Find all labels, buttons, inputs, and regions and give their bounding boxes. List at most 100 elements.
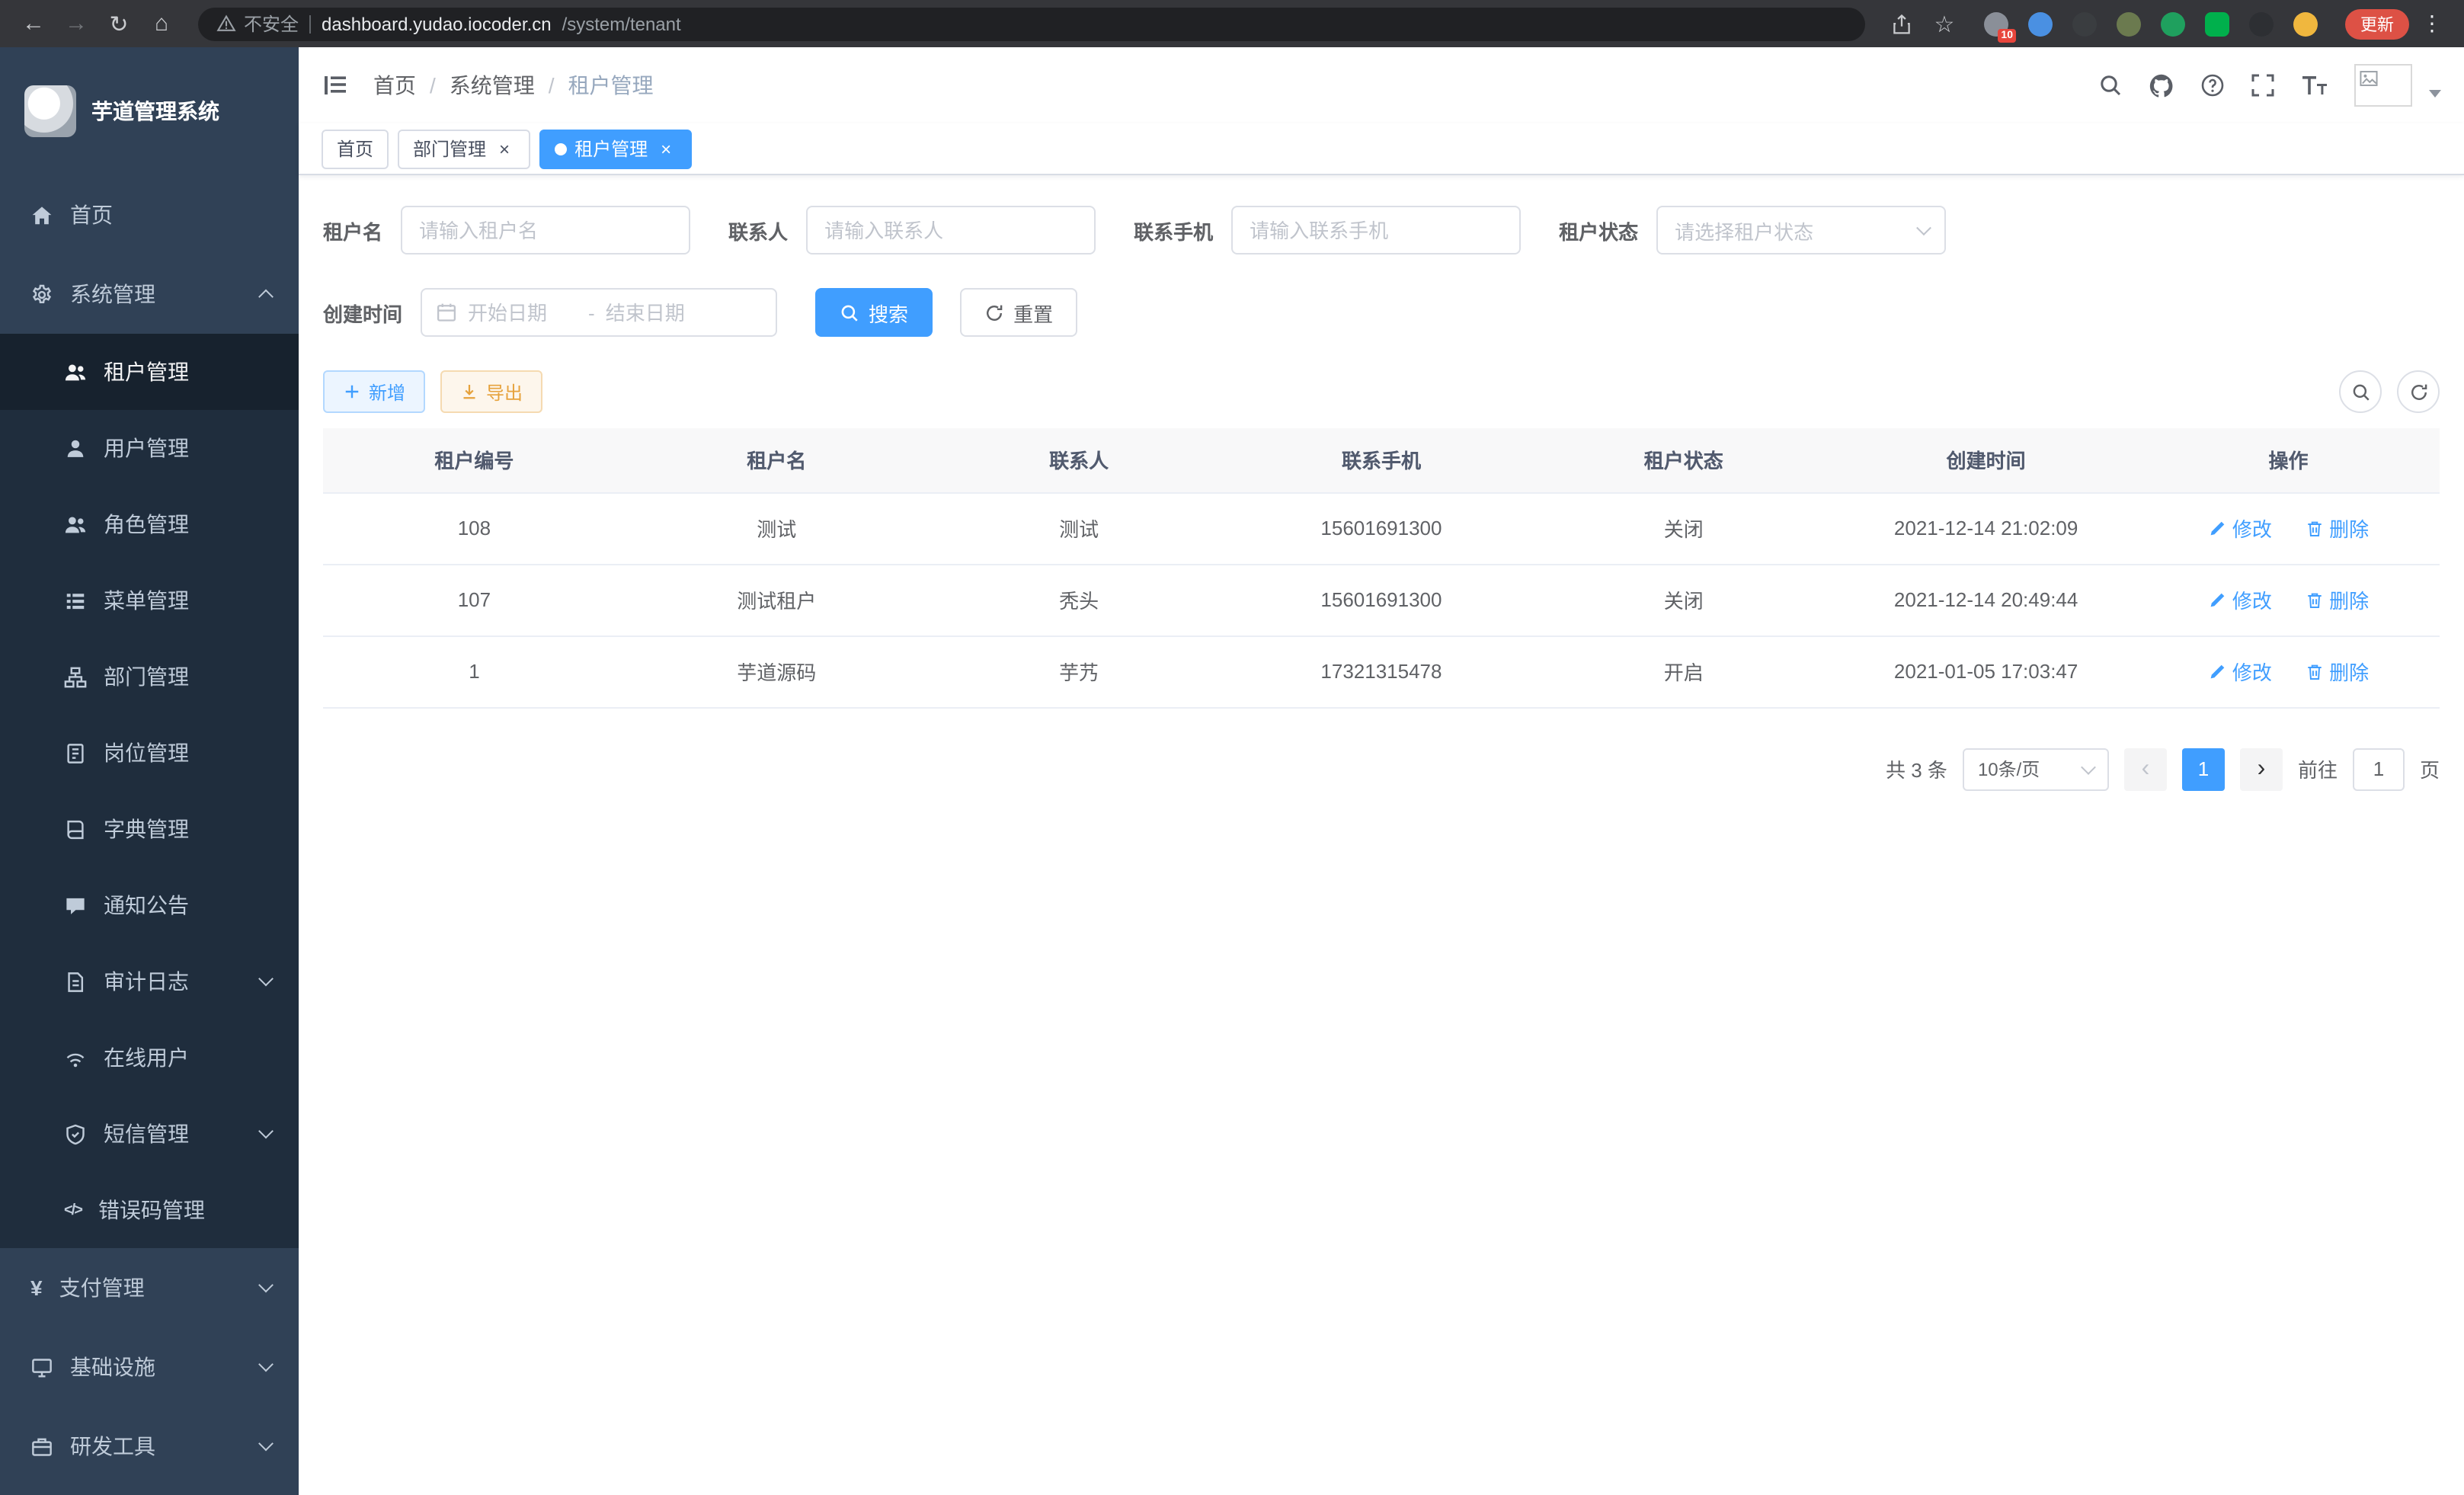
field-label: 联系手机 [1134, 216, 1213, 245]
sidebar-item-dept[interactable]: 部门管理 [0, 639, 299, 715]
navbar-actions [2098, 64, 2441, 107]
table-toolbar: 新增 导出 [323, 370, 2440, 413]
extension-icon-3[interactable] [2072, 11, 2097, 36]
toggle-search-button[interactable] [2339, 370, 2382, 413]
fullscreen-icon[interactable] [2251, 73, 2275, 98]
next-page-button[interactable]: › [2240, 748, 2283, 790]
sidebar-toggle-icon[interactable] [322, 72, 349, 99]
goto-page-input[interactable] [2353, 748, 2405, 790]
sidebar-item-menu[interactable]: 菜单管理 [0, 562, 299, 639]
sidebar-item-label: 支付管理 [59, 1273, 145, 1303]
font-size-icon[interactable] [2301, 75, 2328, 96]
search-button[interactable]: 搜索 [815, 288, 933, 337]
cell-status: 关闭 [1532, 492, 1835, 564]
sidebar-item-sms[interactable]: 短信管理 [0, 1096, 299, 1172]
table-row: 108 测试 测试 15601691300 关闭 2021-12-14 21:0… [323, 492, 2440, 564]
action-label: 修改 [2232, 657, 2272, 686]
breadcrumb-system[interactable]: 系统管理 [450, 70, 535, 101]
trash-icon [2305, 662, 2323, 680]
sidebar-item-error-code[interactable]: </> 错误码管理 [0, 1172, 299, 1248]
extension-icon-1[interactable]: 10 [1984, 11, 2008, 36]
sidebar-item-tools[interactable]: 研发工具 [0, 1407, 299, 1486]
extension-icon-5[interactable] [2161, 11, 2185, 36]
page-unit-label: 页 [2420, 754, 2440, 783]
plus-icon [343, 383, 361, 401]
sidebar-item-dict[interactable]: 字典管理 [0, 791, 299, 867]
chevron-down-icon [258, 1124, 274, 1139]
cell-status: 开启 [1532, 635, 1835, 707]
github-icon[interactable] [2149, 72, 2174, 98]
delete-button[interactable]: 删除 [2305, 585, 2369, 614]
edit-button[interactable]: 修改 [2208, 657, 2272, 686]
help-icon[interactable] [2200, 73, 2225, 98]
divider [309, 14, 311, 33]
share-icon[interactable] [1883, 7, 1920, 40]
filter-row-2: 创建时间 - 搜 [323, 288, 2440, 337]
tab-tenant[interactable]: 租户管理 × [539, 129, 692, 168]
extension-icon-7[interactable] [2249, 11, 2274, 36]
edit-button[interactable]: 修改 [2208, 514, 2272, 543]
delete-button[interactable]: 删除 [2305, 657, 2369, 686]
breadcrumb-home[interactable]: 首页 [373, 70, 416, 101]
select-placeholder: 请选择租户状态 [1675, 216, 1813, 245]
start-date-input[interactable] [468, 301, 578, 324]
browser-update-button[interactable]: 更新 [2345, 8, 2409, 39]
browser-menu-icon[interactable]: ⋮ [2415, 11, 2449, 37]
sidebar-item-post[interactable]: 岗位管理 [0, 715, 299, 791]
date-range-picker[interactable]: - [421, 288, 777, 337]
sidebar-item-infra[interactable]: 基础设施 [0, 1327, 299, 1407]
tab-label: 首页 [337, 136, 373, 162]
prev-page-button[interactable]: ‹ [2124, 748, 2167, 790]
close-icon[interactable]: × [655, 138, 677, 159]
reset-button[interactable]: 重置 [960, 288, 1077, 337]
back-icon[interactable]: ← [15, 7, 52, 40]
tenant-status-select[interactable]: 请选择租户状态 [1656, 206, 1946, 255]
page-number-button[interactable]: 1 [2182, 748, 2225, 790]
address-bar[interactable]: 不安全 dashboard.yudao.iocoder.cn /system/t… [198, 7, 1865, 40]
end-date-input[interactable] [606, 301, 715, 324]
monitor-icon [30, 1356, 53, 1378]
reload-icon[interactable]: ↻ [101, 7, 137, 40]
tenant-name-input[interactable] [401, 206, 690, 255]
page-size-select[interactable]: 10条/页 [1963, 748, 2109, 790]
breadcrumb-current: 租户管理 [568, 70, 654, 101]
tab-dept[interactable]: 部门管理 × [398, 129, 530, 168]
gear-icon [30, 283, 53, 306]
cell-contact: 秃头 [928, 564, 1230, 635]
contact-input[interactable] [806, 206, 1096, 255]
sidebar-item-role[interactable]: 角色管理 [0, 486, 299, 562]
extension-icon-6[interactable] [2205, 11, 2229, 36]
bookmark-star-icon[interactable]: ☆ [1926, 7, 1963, 40]
sidebar-item-notice[interactable]: 通知公告 [0, 867, 299, 943]
sidebar-item-label: 租户管理 [104, 357, 189, 387]
main-area: 首页 / 系统管理 / 租户管理 [299, 47, 2464, 1495]
sidebar-item-home[interactable]: 首页 [0, 175, 299, 255]
export-button[interactable]: 导出 [440, 370, 542, 413]
tab-home[interactable]: 首页 [322, 129, 389, 168]
avatar-caret-icon[interactable] [2429, 89, 2441, 97]
refresh-table-button[interactable] [2397, 370, 2440, 413]
extension-badge: 10 [1998, 28, 2016, 42]
edit-button[interactable]: 修改 [2208, 585, 2272, 614]
sidebar-item-system[interactable]: 系统管理 [0, 255, 299, 334]
extension-icon-4[interactable] [2117, 11, 2141, 36]
security-chip[interactable]: 不安全 [216, 11, 299, 37]
extension-icon-2[interactable] [2028, 11, 2053, 36]
sidebar-item-pay[interactable]: ¥ 支付管理 [0, 1248, 299, 1327]
extension-icon-8[interactable] [2293, 11, 2318, 36]
forward-icon[interactable]: → [58, 7, 94, 40]
delete-button[interactable]: 删除 [2305, 514, 2369, 543]
sidebar-item-online-user[interactable]: 在线用户 [0, 1020, 299, 1096]
phone-input[interactable] [1231, 206, 1521, 255]
sidebar-item-tenant[interactable]: 租户管理 [0, 334, 299, 410]
sidebar-item-user[interactable]: 用户管理 [0, 410, 299, 486]
sidebar-item-audit-log[interactable]: 审计日志 [0, 943, 299, 1020]
search-icon[interactable] [2098, 73, 2123, 98]
signal-icon [64, 1046, 87, 1069]
close-icon[interactable]: × [494, 138, 515, 159]
avatar[interactable] [2354, 64, 2412, 107]
browser-home-icon[interactable]: ⌂ [143, 7, 180, 40]
sidebar-item-label: 岗位管理 [104, 738, 189, 768]
add-button[interactable]: 新增 [323, 370, 425, 413]
chevron-down-icon [258, 1357, 274, 1372]
